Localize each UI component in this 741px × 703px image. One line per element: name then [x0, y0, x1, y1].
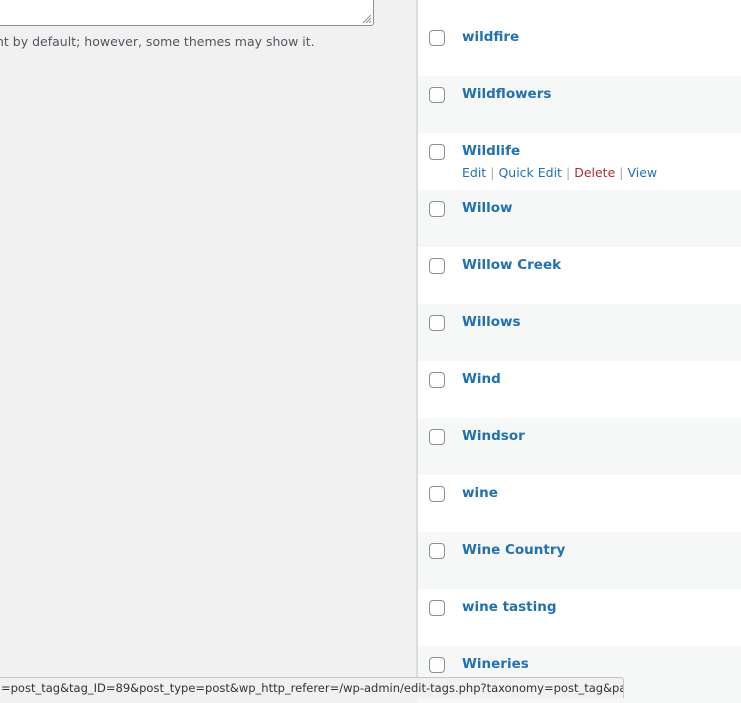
- tag-name-link[interactable]: wildfire: [462, 29, 519, 45]
- tag-name-link[interactable]: Wind: [462, 371, 501, 387]
- table-row: wine tasting: [418, 589, 741, 646]
- browser-status-bar: =post_tag&tag_ID=89&post_type=post&wp_ht…: [0, 677, 624, 698]
- tag-name-link[interactable]: wine tasting: [462, 599, 557, 615]
- tag-name-link[interactable]: Wineries: [462, 656, 529, 672]
- row-checkbox[interactable]: [429, 429, 445, 445]
- table-row: Willow: [418, 190, 741, 247]
- table-row: wildfire: [418, 19, 741, 76]
- quick-edit-link[interactable]: Quick Edit: [498, 165, 562, 180]
- table-row: wine: [418, 475, 741, 532]
- table-row: Willow Creek: [418, 247, 741, 304]
- action-separator: |: [490, 165, 495, 180]
- description-textarea[interactable]: [0, 0, 374, 26]
- action-separator: |: [565, 165, 571, 180]
- action-separator: |: [619, 165, 624, 180]
- row-checkbox[interactable]: [429, 30, 445, 46]
- table-row: Willows: [418, 304, 741, 361]
- row-checkbox[interactable]: [429, 657, 445, 673]
- table-row: Wine Country: [418, 532, 741, 589]
- row-checkbox[interactable]: [429, 372, 445, 388]
- row-checkbox[interactable]: [429, 201, 445, 217]
- tag-name-link[interactable]: wine: [462, 485, 498, 501]
- resize-grip-icon[interactable]: [361, 13, 372, 24]
- row-checkbox[interactable]: [429, 486, 445, 502]
- tags-list-table: wildfire Wildflowers Wildlife Edit | Quick…: [418, 0, 741, 703]
- row-checkbox[interactable]: [429, 87, 445, 103]
- tag-name-link[interactable]: Willow: [462, 200, 513, 216]
- row-checkbox[interactable]: [429, 144, 445, 160]
- edit-link[interactable]: Edit: [462, 165, 486, 180]
- table-row: [418, 0, 741, 19]
- table-row: Wildlife Edit | Quick Edit | Delete | View: [418, 133, 741, 190]
- add-tag-form-area: nt by default; however, some themes may …: [0, 0, 416, 698]
- tag-name-link[interactable]: Willows: [462, 314, 521, 330]
- row-actions: Edit | Quick Edit | Delete | View: [462, 165, 657, 180]
- delete-link[interactable]: Delete: [574, 165, 615, 180]
- row-checkbox[interactable]: [429, 315, 445, 331]
- tag-name-link[interactable]: Windsor: [462, 428, 525, 444]
- tag-name-link[interactable]: Wildflowers: [462, 86, 551, 102]
- tag-name-link[interactable]: Wildlife: [462, 143, 520, 159]
- row-checkbox[interactable]: [429, 600, 445, 616]
- tag-name-link[interactable]: Wine Country: [462, 542, 565, 558]
- table-row: Windsor: [418, 418, 741, 475]
- description-help-text: nt by default; however, some themes may …: [0, 34, 315, 49]
- view-link[interactable]: View: [627, 165, 657, 180]
- row-checkbox[interactable]: [429, 543, 445, 559]
- table-row: Wildflowers: [418, 76, 741, 133]
- row-checkbox[interactable]: [429, 258, 445, 274]
- table-row: Wind: [418, 361, 741, 418]
- tag-name-link[interactable]: Willow Creek: [462, 257, 561, 273]
